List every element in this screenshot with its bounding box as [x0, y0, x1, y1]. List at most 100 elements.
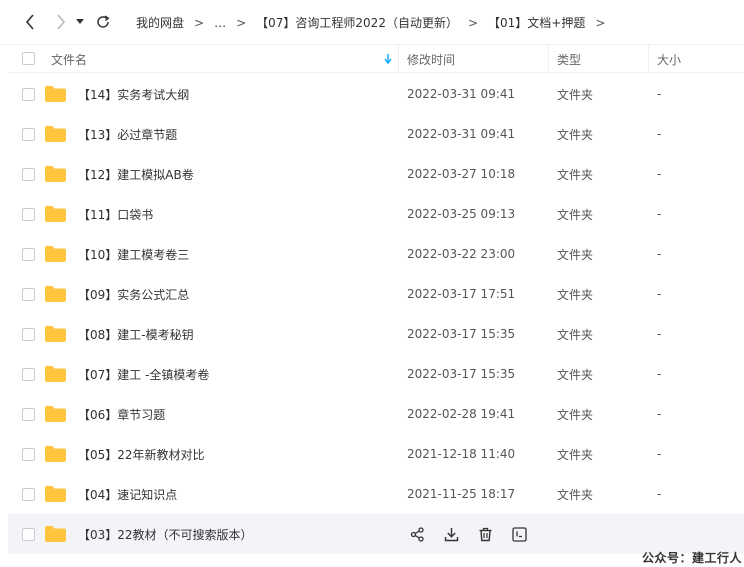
refresh-button[interactable] — [92, 10, 114, 34]
delete-icon — [479, 527, 491, 541]
file-size: - — [657, 287, 662, 301]
file-name[interactable]: 【07】建工 -全镇模考卷 — [78, 354, 209, 394]
column-header-type-label: 类型 — [557, 52, 582, 67]
file-size: - — [657, 327, 662, 341]
forward-button[interactable] — [50, 10, 72, 34]
row-checkbox[interactable] — [22, 448, 35, 461]
file-size: - — [657, 127, 662, 141]
table-row[interactable]: 【11】口袋书 2022-03-25 09:13 文件夹 - — [8, 194, 744, 234]
file-modified-time: 2021-12-18 11:40 — [407, 447, 516, 461]
row-checkbox[interactable] — [22, 408, 35, 421]
file-size: - — [657, 447, 662, 461]
column-header-type[interactable]: 类型 — [557, 45, 581, 73]
file-size: - — [657, 407, 662, 421]
file-name[interactable]: 【03】22教材（不可搜索版本） — [78, 514, 253, 554]
table-row[interactable]: 【05】22年新教材对比 2021-12-18 11:40 文件夹 - — [8, 434, 744, 474]
breadcrumb-item-root[interactable]: 我的网盘 — [134, 14, 186, 31]
table-row[interactable]: 【12】建工模拟AB卷 2022-03-27 10:18 文件夹 - — [8, 154, 744, 194]
file-name[interactable]: 【09】实务公式汇总 — [78, 274, 189, 314]
table-row[interactable]: 【06】章节习题 2022-02-28 19:41 文件夹 - — [8, 394, 744, 434]
row-checkbox[interactable] — [22, 208, 35, 221]
file-type: 文件夹 — [557, 407, 594, 422]
row-checkbox[interactable] — [22, 328, 35, 341]
column-header-size-label: 大小 — [657, 52, 682, 67]
file-modified-time: 2021-11-25 18:17 — [407, 487, 516, 501]
file-name[interactable]: 【12】建工模拟AB卷 — [78, 154, 194, 194]
row-checkbox[interactable] — [22, 288, 35, 301]
file-list-header: 文件名 修改时间 类型 大小 — [8, 45, 744, 73]
download-button[interactable] — [440, 523, 462, 545]
file-name[interactable]: 【06】章节习题 — [78, 394, 165, 434]
file-size: - — [657, 247, 662, 261]
folder-icon — [45, 486, 66, 502]
delete-button[interactable] — [474, 523, 496, 545]
download-icon — [444, 527, 458, 541]
folder-icon — [45, 406, 66, 422]
file-name[interactable]: 【05】22年新教材对比 — [78, 434, 205, 474]
folder-icon — [45, 286, 66, 302]
column-header-name[interactable]: 文件名 — [51, 45, 398, 73]
file-name[interactable]: 【10】建工模考卷三 — [78, 234, 189, 274]
row-checkbox[interactable] — [22, 368, 35, 381]
file-modified-time: 2022-03-27 10:18 — [407, 167, 516, 181]
row-actions — [406, 514, 542, 554]
column-header-modified-label: 修改时间 — [407, 52, 456, 67]
table-row[interactable]: 【04】速记知识点 2021-11-25 18:17 文件夹 - — [8, 474, 744, 514]
file-modified-time: 2022-03-17 15:35 — [407, 327, 516, 341]
back-button[interactable] — [19, 10, 41, 34]
breadcrumb-separator: > — [236, 15, 247, 30]
file-modified-time: 2022-03-22 23:00 — [407, 247, 516, 261]
column-header-size[interactable]: 大小 — [657, 45, 681, 73]
file-type: 文件夹 — [557, 367, 594, 382]
file-name[interactable]: 【04】速记知识点 — [78, 474, 177, 514]
file-type: 文件夹 — [557, 487, 594, 502]
file-type: 文件夹 — [557, 167, 594, 182]
table-row[interactable]: 【08】建工-模考秘钥 2022-03-17 15:35 文件夹 - — [8, 314, 744, 354]
column-divider — [398, 45, 399, 73]
column-header-modified[interactable]: 修改时间 — [407, 45, 455, 73]
row-checkbox[interactable] — [22, 88, 35, 101]
file-type: 文件夹 — [557, 127, 594, 142]
file-name[interactable]: 【08】建工-模考秘钥 — [78, 314, 194, 354]
breadcrumb-item-current[interactable]: 【01】文档+押题 — [486, 14, 587, 31]
file-type: 文件夹 — [557, 247, 594, 262]
more-button[interactable] — [508, 523, 530, 545]
table-row[interactable]: 【10】建工模考卷三 2022-03-22 23:00 文件夹 - — [8, 234, 744, 274]
forward-icon — [57, 14, 66, 30]
folder-icon — [45, 206, 66, 222]
select-all-checkbox[interactable] — [22, 52, 35, 65]
file-name[interactable]: 【13】必过章节题 — [78, 114, 177, 154]
row-checkbox[interactable] — [22, 128, 35, 141]
history-dropdown-button[interactable] — [73, 10, 87, 34]
table-row[interactable]: 【13】必过章节题 2022-03-31 09:41 文件夹 - — [8, 114, 744, 154]
file-size: - — [657, 87, 662, 101]
folder-icon — [45, 366, 66, 382]
file-modified-time: 2022-03-17 15:35 — [407, 367, 516, 381]
file-name[interactable]: 【11】口袋书 — [78, 194, 153, 234]
breadcrumb: 我的网盘 > … > 【07】咨询工程师2022（自动更新） > 【01】文档+… — [134, 0, 613, 45]
table-row[interactable]: 【14】实务考试大纲 2022-03-31 09:41 文件夹 - — [8, 74, 744, 114]
folder-icon — [45, 326, 66, 342]
breadcrumb-item-ellipsis[interactable]: … — [212, 16, 228, 30]
breadcrumb-separator: > — [194, 15, 205, 30]
watermark: 公众号：建工行人 — [641, 551, 742, 565]
breadcrumb-separator: > — [467, 15, 479, 30]
file-modified-time: 2022-02-28 19:41 — [407, 407, 516, 421]
table-row-hovered[interactable]: 【03】22教材（不可搜索版本） — [8, 514, 744, 554]
breadcrumb-item-parent[interactable]: 【07】咨询工程师2022（自动更新） — [254, 14, 460, 31]
row-checkbox[interactable] — [22, 528, 35, 541]
refresh-icon — [97, 15, 110, 28]
file-name[interactable]: 【14】实务考试大纲 — [78, 74, 189, 114]
file-type: 文件夹 — [557, 447, 594, 462]
file-type: 文件夹 — [557, 207, 594, 222]
table-row[interactable]: 【07】建工 -全镇模考卷 2022-03-17 15:35 文件夹 - — [8, 354, 744, 394]
row-checkbox[interactable] — [22, 488, 35, 501]
file-size: - — [657, 487, 662, 501]
row-checkbox[interactable] — [22, 248, 35, 261]
sort-down-icon — [384, 54, 392, 64]
folder-icon — [45, 86, 66, 102]
row-checkbox[interactable] — [22, 168, 35, 181]
table-row[interactable]: 【09】实务公式汇总 2022-03-17 17:51 文件夹 - — [8, 274, 744, 314]
file-size: - — [657, 167, 662, 181]
share-button[interactable] — [406, 523, 428, 545]
